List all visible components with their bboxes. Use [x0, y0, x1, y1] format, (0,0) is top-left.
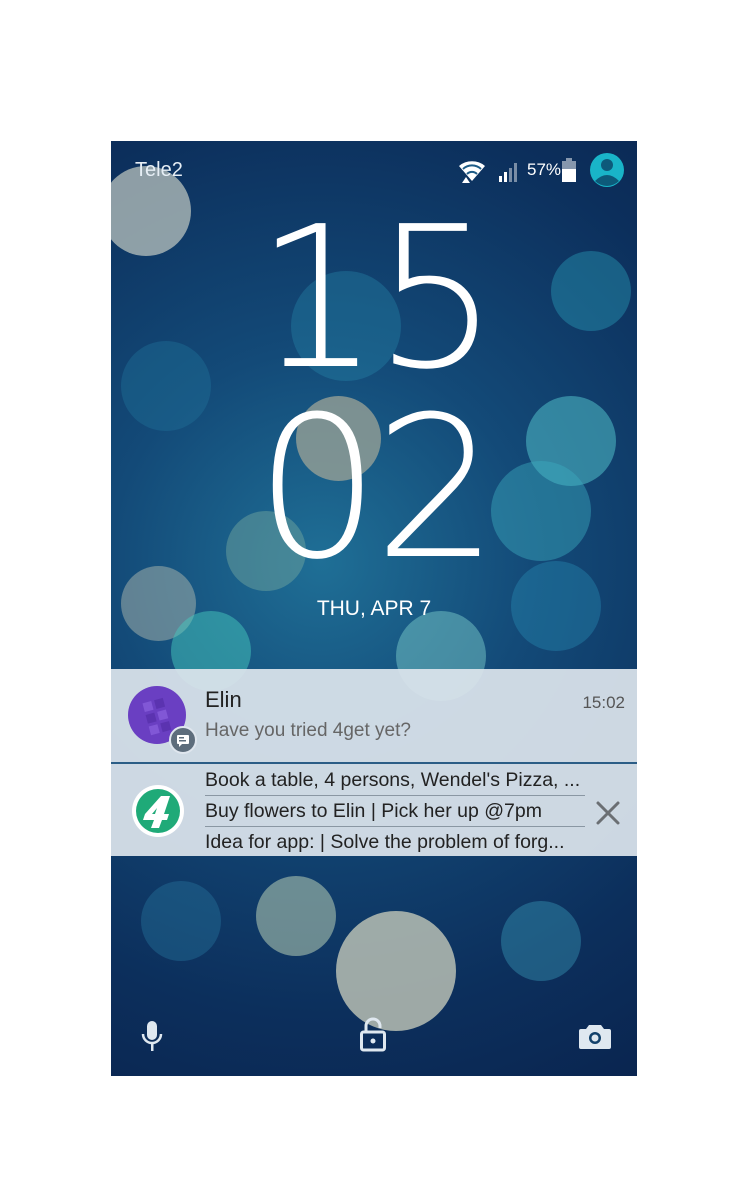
- wifi-icon: [459, 161, 485, 183]
- app-notification[interactable]: Book a table, 4 persons, Wendel's Pizza,…: [111, 764, 637, 856]
- notification-sender: Elin: [205, 687, 242, 712]
- wallpaper-bokeh: [336, 911, 456, 1031]
- lock-icon[interactable]: [359, 1017, 387, 1053]
- mic-icon[interactable]: [141, 1019, 163, 1053]
- battery-percentage: 57%: [527, 160, 562, 179]
- divider: [205, 826, 585, 827]
- notification-message: Have you tried 4get yet?: [205, 720, 411, 741]
- battery-icon: [562, 158, 576, 182]
- camera-icon[interactable]: [579, 1023, 611, 1049]
- user-icon[interactable]: [589, 152, 625, 188]
- carrier-name: Tele2: [135, 159, 183, 181]
- message-notification[interactable]: Elin Have you tried 4get yet? 15:02: [111, 669, 637, 764]
- message-badge-icon: [169, 726, 197, 754]
- bottom-bar: [111, 1016, 637, 1076]
- notification-time: 15:02: [582, 693, 625, 712]
- list-item[interactable]: Idea for app: | Solve the problem of for…: [205, 831, 565, 854]
- divider: [205, 795, 585, 796]
- clock-minute: 02: [255, 375, 498, 603]
- wallpaper-bokeh: [256, 876, 336, 956]
- 4get-app-icon: [132, 785, 184, 837]
- date-label: THU, APR 7: [316, 597, 432, 620]
- list-item[interactable]: Buy flowers to Elin | Pick her up @7pm: [205, 800, 542, 823]
- signal-icon: [499, 163, 517, 182]
- clock-hour: 15: [255, 185, 498, 413]
- wallpaper-bokeh: [141, 881, 221, 961]
- list-item[interactable]: Book a table, 4 persons, Wendel's Pizza,…: [205, 769, 580, 792]
- close-icon[interactable]: [595, 800, 621, 826]
- lock-screen: Tele2 57% 15 02 THU, APR 7 Elin Have you…: [111, 141, 637, 1076]
- wallpaper-bokeh: [501, 901, 581, 981]
